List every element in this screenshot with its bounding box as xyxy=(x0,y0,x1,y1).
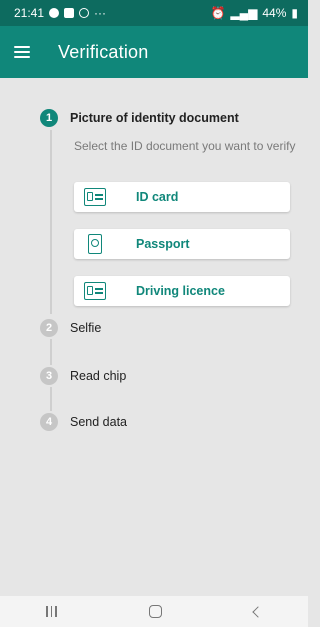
step-picture-id: 1 Picture of identity document xyxy=(40,109,239,127)
check-circle-icon xyxy=(79,8,90,18)
home-icon[interactable] xyxy=(148,605,162,618)
battery-icon: ▮ xyxy=(291,6,298,20)
status-more: ··· xyxy=(94,6,107,20)
step-send-data: 4 Send data xyxy=(40,413,127,431)
page-title: Verification xyxy=(58,41,149,62)
verification-steps: 1 Picture of identity document Select th… xyxy=(0,78,308,596)
step-connector xyxy=(50,130,52,314)
step-number: 4 xyxy=(40,413,58,431)
passport-label: Passport xyxy=(136,237,190,251)
step-read-chip: 3 Read chip xyxy=(40,367,126,385)
recents-icon[interactable] xyxy=(46,606,57,617)
menu-icon[interactable] xyxy=(14,46,30,58)
step-description: Select the ID document you want to verif… xyxy=(74,139,296,153)
system-nav-bar xyxy=(0,596,308,627)
passport-icon xyxy=(88,234,102,254)
step-connector xyxy=(50,387,52,411)
step-label: Send data xyxy=(70,415,127,429)
id-card-icon xyxy=(84,188,106,206)
step-label: Selfie xyxy=(70,321,102,335)
step-selfie: 2 Selfie xyxy=(40,319,101,337)
status-right: ⏰ ▂▄▆ 44% ▮ xyxy=(210,6,298,20)
id-card-button[interactable]: ID card xyxy=(74,182,290,212)
step-number: 2 xyxy=(40,319,58,337)
badge-icon xyxy=(64,8,75,18)
alarm-icon: ⏰ xyxy=(210,6,226,20)
back-icon[interactable] xyxy=(252,605,264,618)
step-number: 3 xyxy=(40,367,58,385)
chat-bubble-icon xyxy=(49,8,60,18)
signal-icon: ▂▄▆ xyxy=(230,6,258,20)
step-label: Picture of identity document xyxy=(70,111,239,125)
status-bar: 21:41 ··· ⏰ ▂▄▆ 44% ▮ xyxy=(0,0,308,26)
passport-button[interactable]: Passport xyxy=(74,229,290,259)
app-bar: Verification xyxy=(0,26,308,78)
step-number: 1 xyxy=(40,109,58,127)
id-card-label: ID card xyxy=(136,190,179,204)
driving-licence-label: Driving licence xyxy=(136,284,225,298)
step-connector xyxy=(50,339,52,365)
driving-licence-icon xyxy=(84,282,106,300)
driving-licence-button[interactable]: Driving licence xyxy=(74,276,290,306)
battery-level: 44% xyxy=(262,6,287,20)
status-left: 21:41 ··· xyxy=(14,6,106,20)
status-time: 21:41 xyxy=(14,6,45,20)
step-label: Read chip xyxy=(70,369,127,383)
